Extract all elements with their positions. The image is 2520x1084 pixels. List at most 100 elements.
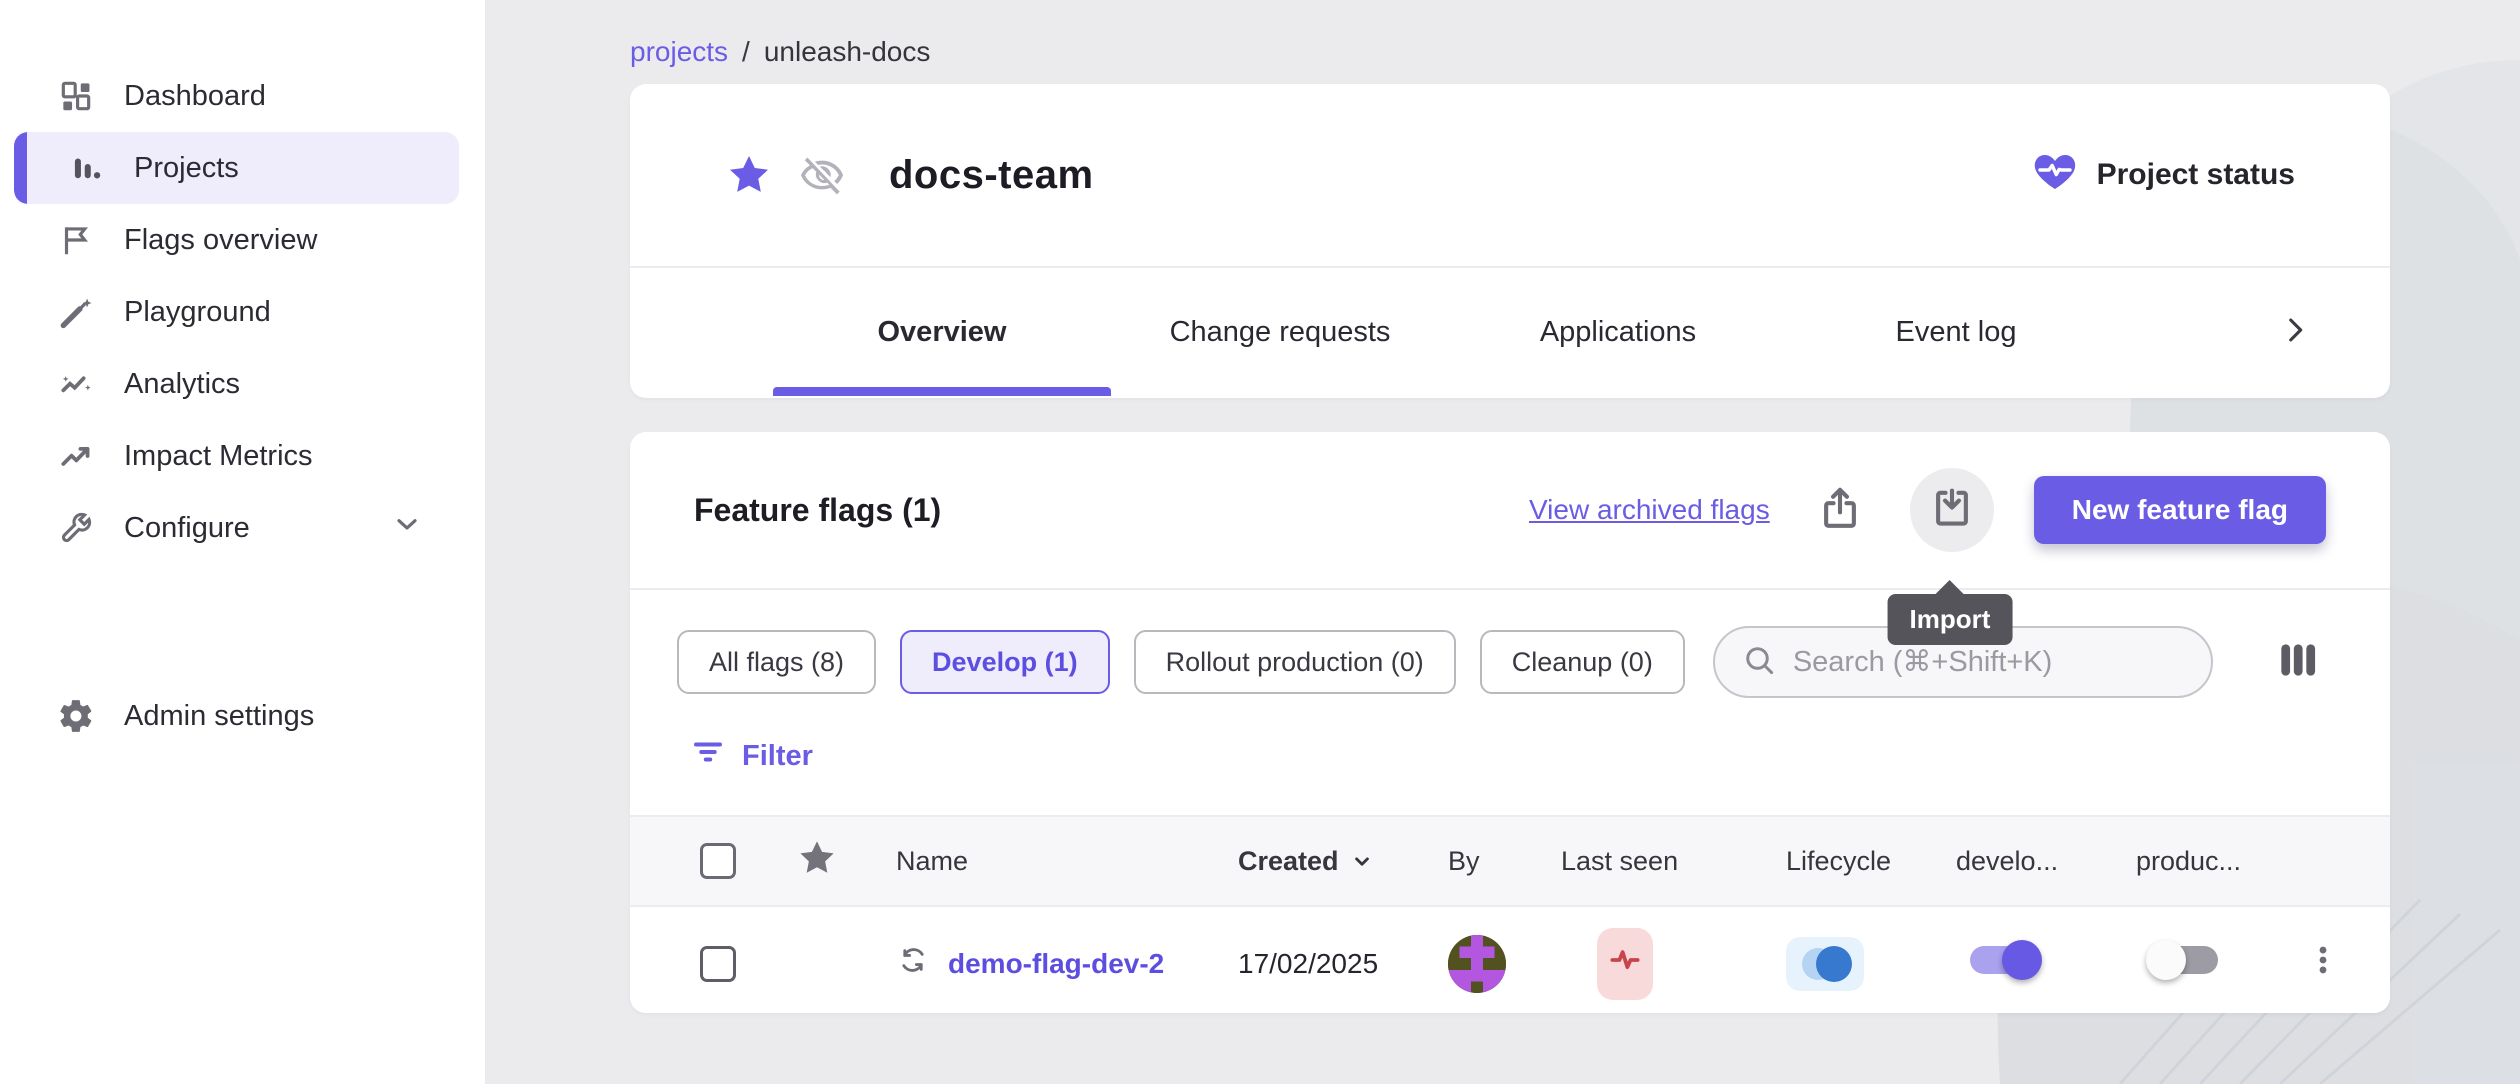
last-seen-badge[interactable]: [1597, 928, 1653, 1000]
sidebar-item-projects[interactable]: Projects: [14, 132, 459, 204]
avatar: [1448, 935, 1506, 993]
import-button[interactable]: [1910, 468, 1994, 552]
lifecycle-stage-front-circle: [1816, 946, 1852, 982]
gear-icon: [56, 696, 96, 736]
production-environment-toggle[interactable]: [2150, 946, 2218, 974]
flags-heading: Feature flags (1): [694, 492, 941, 529]
sidebar-item-label: Projects: [134, 152, 239, 185]
sidebar-item-label: Admin settings: [124, 700, 314, 733]
filter-button[interactable]: Filter: [630, 698, 850, 778]
import-icon: [1926, 482, 1978, 539]
sidebar-item-flags-overview[interactable]: Flags overview: [0, 204, 485, 276]
wrench-icon: [56, 508, 96, 548]
sort-desc-icon: [1349, 848, 1375, 874]
lifecycle-cell: [1786, 937, 1956, 991]
tab-label: Change requests: [1170, 316, 1391, 349]
sidebar-item-label: Impact Metrics: [124, 440, 313, 473]
project-tabs: Overview Change requests Applications Ev…: [630, 268, 2390, 396]
row-actions-menu-button[interactable]: [2306, 943, 2350, 984]
flag-table-row: demo-flag-dev-2 17/02/2025: [630, 907, 2390, 1013]
app-root: Dashboard Projects Flags overview Playgr…: [0, 0, 2520, 1084]
develop-toggle-cell: [1956, 946, 2136, 981]
flag-name-link[interactable]: demo-flag-dev-2: [948, 948, 1164, 980]
column-header-created[interactable]: Created: [1238, 846, 1448, 877]
select-all-checkbox[interactable]: [700, 843, 736, 879]
eye-off-icon: [799, 152, 845, 198]
filter-icon: [690, 734, 726, 778]
column-header-production[interactable]: produc...: [2136, 846, 2291, 877]
columns-icon: [2273, 635, 2323, 690]
sidebar-item-label: Dashboard: [124, 80, 266, 113]
chip-rollout-production[interactable]: Rollout production (0): [1134, 630, 1456, 694]
search-input[interactable]: [1793, 646, 2185, 679]
heart-pulse-icon: [2031, 147, 2079, 203]
sidebar-item-analytics[interactable]: Analytics: [0, 348, 485, 420]
sidebar-item-dashboard[interactable]: Dashboard: [0, 60, 485, 132]
dashboard-icon: [56, 76, 96, 116]
column-header-lifecycle[interactable]: Lifecycle: [1786, 846, 1956, 877]
wand-icon: [56, 292, 96, 332]
lifecycle-pre-live-badge[interactable]: [1786, 937, 1864, 991]
sidebar-item-configure[interactable]: Configure: [0, 492, 485, 564]
breadcrumb-separator: /: [742, 36, 750, 68]
kebab-menu-icon: [2306, 943, 2340, 977]
column-header-last-seen[interactable]: Last seen: [1561, 846, 1786, 877]
breadcrumb-link-projects[interactable]: projects: [630, 36, 728, 68]
project-status-label: Project status: [2097, 158, 2295, 192]
column-header-by[interactable]: By: [1448, 846, 1561, 877]
last-seen-cell: [1561, 928, 1786, 1000]
export-button[interactable]: [1810, 480, 1870, 540]
sidebar-item-impact-metrics[interactable]: Impact Metrics: [0, 420, 485, 492]
tab-label: Event log: [1896, 316, 2017, 349]
tab-label: Applications: [1540, 316, 1696, 349]
new-feature-flag-button[interactable]: New feature flag: [2034, 476, 2326, 544]
breadcrumb-current: unleash-docs: [764, 36, 931, 68]
tab-applications[interactable]: Applications: [1449, 268, 1787, 396]
column-header-develop[interactable]: develo...: [1956, 846, 2136, 877]
flags-table-header: Name Created By Last seen Lifecycle deve…: [630, 815, 2390, 907]
tab-change-requests[interactable]: Change requests: [1111, 268, 1449, 396]
chip-develop[interactable]: Develop (1): [900, 630, 1110, 694]
toggle-thumb: [2146, 940, 2186, 980]
export-icon: [1814, 482, 1866, 539]
sidebar-item-label: Flags overview: [124, 224, 317, 257]
production-toggle-cell: [2136, 946, 2291, 981]
flag-filters-row: All flags (8) Develop (1) Rollout produc…: [630, 590, 2390, 698]
filter-label: Filter: [742, 740, 813, 773]
column-header-created-label: Created: [1238, 846, 1339, 877]
trending-up-icon: [56, 436, 96, 476]
view-archived-flags-link[interactable]: View archived flags: [1529, 494, 1770, 526]
analytics-icon: [56, 364, 96, 404]
sidebar-item-label: Playground: [124, 296, 271, 329]
tab-label: Overview: [878, 316, 1007, 349]
tabs-scroll-right-button[interactable]: [2278, 268, 2312, 396]
favorite-star-icon[interactable]: [725, 151, 773, 199]
feature-flags-card: Feature flags (1) View archived flags: [630, 432, 2390, 1013]
column-header-name[interactable]: Name: [896, 846, 1238, 877]
active-tab-indicator: [773, 387, 1111, 396]
tab-overview[interactable]: Overview: [773, 268, 1111, 396]
develop-environment-toggle[interactable]: [1970, 946, 2038, 974]
main-content: projects / unleash-docs docs-team: [485, 0, 2520, 1084]
flag-created-date: 17/02/2025: [1238, 948, 1448, 980]
favorite-column-icon[interactable]: [796, 837, 896, 886]
activity-pulse-icon: [1606, 941, 1644, 986]
flags-actions: View archived flags New feature flag: [1529, 468, 2326, 552]
search-icon: [1741, 642, 1777, 683]
columns-button[interactable]: [2273, 635, 2323, 690]
sync-icon: [896, 943, 930, 984]
breadcrumb: projects / unleash-docs: [630, 0, 2390, 68]
chevron-down-icon: [391, 508, 423, 548]
tab-event-log[interactable]: Event log: [1787, 268, 2125, 396]
project-title-row: docs-team Project status: [630, 84, 2390, 268]
flag-name-cell: demo-flag-dev-2: [896, 943, 1238, 984]
sidebar-item-playground[interactable]: Playground: [0, 276, 485, 348]
project-status-button[interactable]: Project status: [2031, 147, 2295, 203]
chip-cleanup[interactable]: Cleanup (0): [1480, 630, 1685, 694]
flags-header: Feature flags (1) View archived flags: [630, 432, 2390, 590]
chip-all-flags[interactable]: All flags (8): [677, 630, 876, 694]
sidebar-item-admin-settings[interactable]: Admin settings: [0, 680, 485, 752]
project-title: docs-team: [889, 153, 1094, 198]
project-header-card: docs-team Project status Overview Ch: [630, 84, 2390, 398]
row-checkbox[interactable]: [700, 946, 736, 982]
